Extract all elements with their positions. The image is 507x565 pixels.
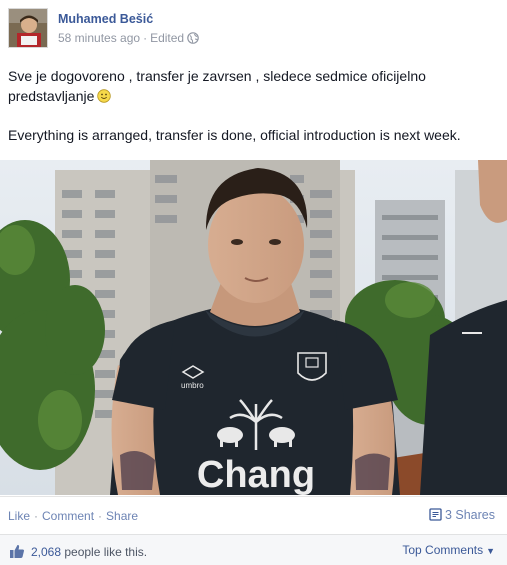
comment-link[interactable]: Comment bbox=[42, 509, 94, 523]
post-timestamp[interactable]: 58 minutes ago bbox=[58, 31, 140, 45]
kit-brand-label: umbro bbox=[181, 381, 204, 390]
caret-down-icon: ▼ bbox=[486, 546, 495, 556]
likes-suffix: people like this. bbox=[61, 545, 148, 559]
author-name[interactable]: Muhamed Bešić bbox=[58, 12, 153, 26]
post-text-bosnian: Sve je dogovoreno , transfer je zavrsen … bbox=[8, 68, 426, 104]
post-text-english: Everything is arranged, transfer is done… bbox=[8, 127, 461, 143]
post-photo[interactable]: umbro Chang bbox=[0, 160, 507, 495]
avatar[interactable] bbox=[8, 8, 48, 48]
globe-icon[interactable] bbox=[187, 32, 199, 47]
photo-image: umbro Chang bbox=[0, 160, 507, 495]
share-icon bbox=[429, 508, 442, 521]
top-comments-label: Top Comments bbox=[402, 543, 484, 557]
separator-dot: · bbox=[98, 509, 103, 523]
share-link[interactable]: Share bbox=[106, 509, 138, 523]
shares-count[interactable]: 3 Shares bbox=[429, 508, 495, 522]
separator-dot: · bbox=[34, 509, 39, 523]
edited-label[interactable]: Edited bbox=[150, 31, 184, 45]
post-actions: Like · Comment · Share 3 Shares bbox=[0, 496, 507, 535]
post-header: Muhamed Bešić 58 minutes ago · Edited bbox=[8, 8, 488, 52]
like-link[interactable]: Like bbox=[8, 509, 30, 523]
top-comments-dropdown[interactable]: Top Comments ▼ bbox=[402, 543, 495, 557]
avatar-image bbox=[9, 9, 47, 47]
sponsor-logo: Chang bbox=[197, 454, 315, 495]
likes-bar: 2,068 people like this. Top Comments ▼ bbox=[0, 534, 507, 565]
likes-count[interactable]: 2,068 bbox=[31, 545, 61, 559]
facebook-post: Muhamed Bešić 58 minutes ago · Edited Sve … bbox=[0, 0, 507, 565]
thumbs-up-icon bbox=[10, 544, 25, 558]
action-links: Like · Comment · Share bbox=[8, 509, 138, 523]
post-meta: 58 minutes ago · Edited bbox=[58, 31, 199, 47]
shares-count-label: 3 Shares bbox=[444, 508, 495, 522]
smiley-emoticon-icon bbox=[97, 88, 112, 103]
likes-summary: 2,068 people like this. bbox=[9, 543, 147, 559]
post-text: Sve je dogovoreno , transfer je zavrsen … bbox=[8, 66, 488, 145]
